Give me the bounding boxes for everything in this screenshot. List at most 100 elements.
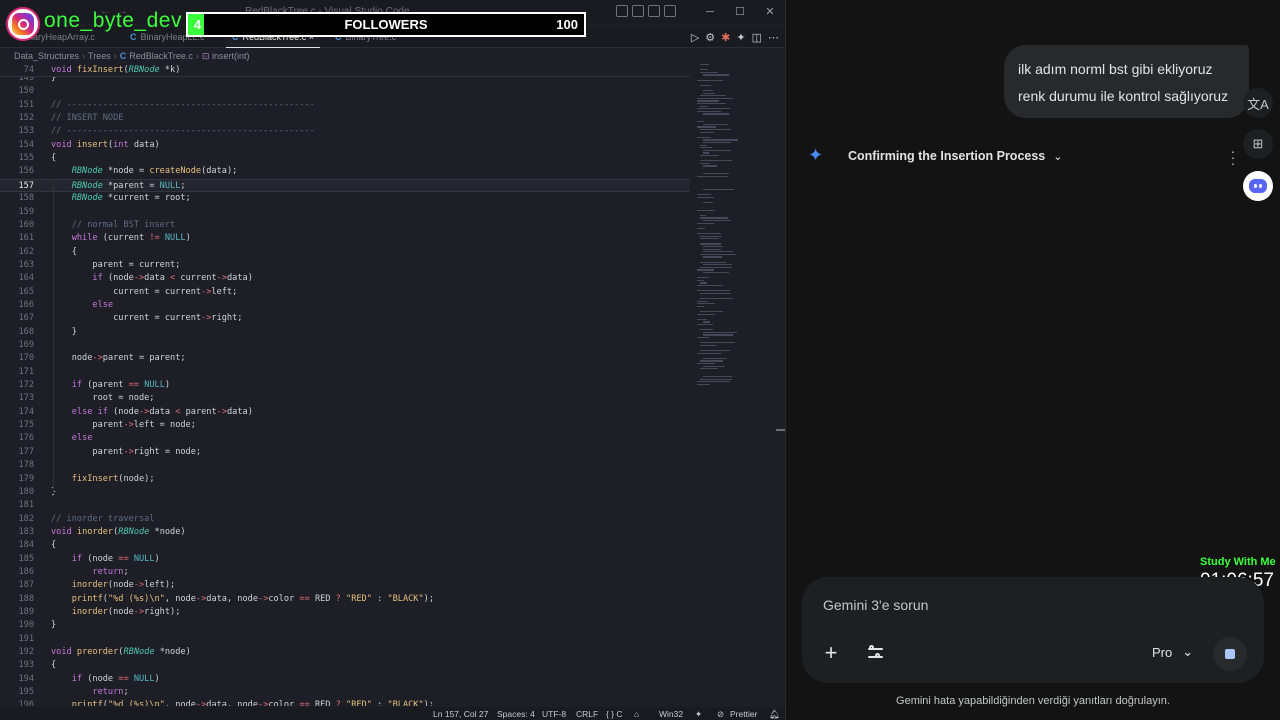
code-line[interactable]: 173 root = node;: [0, 392, 690, 405]
status-eol[interactable]: CRLF: [576, 709, 598, 719]
code-line[interactable]: 153 // ----------------------------------…: [0, 125, 690, 138]
line-number: 157: [18, 180, 34, 191]
translate-icon[interactable]: 文A: [1243, 88, 1273, 118]
close-icon[interactable]: ✕: [755, 0, 785, 24]
code-line[interactable]: 155 {: [0, 152, 690, 165]
breadcrumb-item[interactable]: Data_Structures: [14, 51, 79, 61]
editor-scrollbar[interactable]: [776, 64, 785, 706]
status-prettier[interactable]: Prettier: [730, 709, 757, 719]
minimap[interactable]: [693, 64, 753, 394]
discord-icon[interactable]: [1243, 171, 1273, 201]
code-line[interactable]: 183 void inorder(RBNode *node): [0, 526, 690, 539]
split-editor-icon[interactable]: ◫: [752, 31, 762, 44]
code-line[interactable]: 188 printf("%d (%s)\n", node->data, node…: [0, 593, 690, 606]
minimap-line: [697, 222, 714, 224]
model-mode-selector[interactable]: Pro ⌄: [1152, 644, 1193, 660]
minimize-icon[interactable]: ─: [695, 0, 725, 24]
code-line[interactable]: 185 if (node == NULL): [0, 553, 690, 566]
function-icon: ⊡: [201, 51, 210, 61]
code-line[interactable]: 159: [0, 206, 690, 219]
code-line[interactable]: 187 inorder(node->left);: [0, 579, 690, 592]
sparkle-icon[interactable]: ✦: [736, 31, 745, 44]
status-bell-icon[interactable]: ⌂: [634, 709, 639, 719]
prompt-input-box[interactable]: Gemini 3'e sorun + Pro ⌄: [802, 577, 1264, 683]
code-line[interactable]: 195 return;: [0, 686, 690, 699]
sticky-scroll-line[interactable]: 74 void fixInsert(RBNode *k): [0, 64, 690, 78]
code-line[interactable]: 182 // inorder traversal: [0, 513, 690, 526]
code-line[interactable]: 171: [0, 366, 690, 379]
code-line[interactable]: 180}: [0, 486, 690, 499]
code-line[interactable]: 191: [0, 633, 690, 646]
panel-toggle-icon[interactable]: [648, 5, 660, 17]
code-line[interactable]: 168 }: [0, 326, 690, 339]
status-language[interactable]: { } C: [606, 709, 623, 719]
sidebar-toggle-icon[interactable]: [632, 5, 644, 17]
status-cursor-position[interactable]: Ln 157, Col 27: [433, 709, 488, 719]
code-line[interactable]: 194 if (node == NULL): [0, 673, 690, 686]
stop-button[interactable]: [1213, 637, 1247, 671]
code-line[interactable]: 177 parent->right = node;: [0, 446, 690, 459]
code-line[interactable]: 172 if (parent == NULL): [0, 379, 690, 392]
code-line[interactable]: 181: [0, 499, 690, 512]
code-line[interactable]: 184 {: [0, 539, 690, 552]
code-line[interactable]: 164 if (node->data < current->data): [0, 272, 690, 285]
code-line[interactable]: 165 current = current->left;: [0, 286, 690, 299]
code-line[interactable]: 192 void preorder(RBNode *node): [0, 646, 690, 659]
response-title[interactable]: Confirming the Insertion Process: [848, 149, 1045, 163]
response-header[interactable]: Confirming the Insertion Process ⌄: [808, 145, 1062, 166]
code-line[interactable]: 166 else: [0, 299, 690, 312]
code-line[interactable]: 167 current = current->right;: [0, 312, 690, 325]
notifications-bell-icon[interactable]: 🔔︎: [769, 709, 780, 720]
code-line[interactable]: 186 return;: [0, 566, 690, 579]
breadcrumb-item[interactable]: RedBlackTree.c: [129, 51, 193, 61]
code-line[interactable]: 174 else if (node->data < parent->data): [0, 406, 690, 419]
code-line[interactable]: 169: [0, 339, 690, 352]
breadcrumb-item[interactable]: insert(int): [212, 51, 250, 61]
code-line[interactable]: 156 RBNode *node = createNode(data);: [0, 165, 690, 178]
code-line[interactable]: 193 {: [0, 659, 690, 672]
minimap-line: [700, 162, 710, 164]
debug-icon[interactable]: ✱: [721, 31, 730, 44]
code-line[interactable]: 154 void insert(int data): [0, 139, 690, 152]
minimap-line: [697, 136, 712, 138]
chevron-down-icon[interactable]: ⌄: [1053, 150, 1062, 163]
code-line[interactable]: 176 else: [0, 432, 690, 445]
code-text: // -------------------------------------…: [51, 99, 315, 110]
code-line[interactable]: 189 inorder(node->right);: [0, 606, 690, 619]
minimap-line: [703, 321, 710, 323]
status-encoding[interactable]: UTF-8: [542, 709, 566, 719]
code-line[interactable]: 152 // INSERT NODE: [0, 112, 690, 125]
prettier-icon: ⊘: [717, 709, 725, 719]
code-line[interactable]: 175 parent->left = node;: [0, 419, 690, 432]
status-indentation[interactable]: Spaces: 4: [497, 709, 535, 719]
code-line[interactable]: 162 {: [0, 246, 690, 259]
more-options-icon[interactable]: · · ·: [1230, 144, 1236, 170]
code-line[interactable]: 170 node->parent = parent;: [0, 352, 690, 365]
code-editor[interactable]: 74 void fixInsert(RBNode *k) 149} 150 151// …: [0, 64, 690, 706]
code-line[interactable]: 190}: [0, 619, 690, 632]
settings-gear-icon[interactable]: ⚙: [705, 31, 715, 44]
code-line[interactable]: 157 RBNode *parent = NULL;: [0, 178, 690, 193]
code-line[interactable]: 178: [0, 459, 690, 472]
code-line[interactable]: 151 // ----------------------------------…: [0, 99, 690, 112]
maximize-icon[interactable]: ☐: [725, 0, 755, 24]
more-actions-icon[interactable]: ⋯: [768, 31, 779, 44]
prompt-input[interactable]: Gemini 3'e sorun: [823, 597, 928, 613]
breadcrumb-item[interactable]: Trees: [88, 51, 111, 61]
code-line[interactable]: 179 fixInsert(node);: [0, 473, 690, 486]
apps-icon[interactable]: ⊞: [1243, 129, 1273, 159]
code-line[interactable]: 150: [0, 85, 690, 98]
code-line[interactable]: 163 parent = current;: [0, 259, 690, 272]
code-line[interactable]: 161 while (current != NULL): [0, 232, 690, 245]
secondary-sidebar-icon[interactable]: [664, 5, 676, 17]
code-line[interactable]: 158 RBNode *current = root;: [0, 192, 690, 205]
code-line[interactable]: 196 printf("%d (%s)\n", node->data, node…: [0, 699, 690, 706]
add-attachment-button[interactable]: +: [820, 640, 842, 666]
layout-icon[interactable]: [616, 5, 628, 17]
copilot-icon[interactable]: ✦: [695, 709, 702, 720]
run-icon[interactable]: ▷: [691, 31, 699, 44]
line-number: 74: [23, 65, 34, 75]
status-platform[interactable]: Win32: [659, 709, 683, 719]
code-line[interactable]: 160 // normal BST insert: [0, 219, 690, 232]
tools-icon[interactable]: [868, 645, 884, 661]
